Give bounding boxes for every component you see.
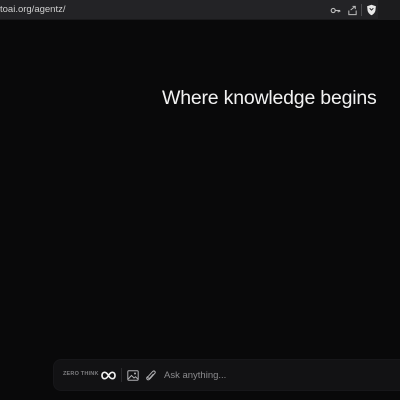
- chat-input-bar: ZERO THINK: [54, 360, 400, 390]
- app-frame: toai.org/agentz/ Where knowledge begins …: [0, 0, 400, 400]
- infinity-icon[interactable]: [100, 368, 116, 382]
- url-text[interactable]: toai.org/agentz/: [0, 4, 66, 16]
- browser-url-bar: toai.org/agentz/: [0, 0, 400, 20]
- page-headline: Where knowledge begins: [162, 87, 377, 109]
- toolbar-edge: [378, 0, 400, 20]
- image-icon[interactable]: [126, 368, 140, 382]
- main-content: Where knowledge begins ZERO THINK: [0, 20, 400, 400]
- input-bar-divider: [121, 368, 122, 382]
- url-bar-divider: [361, 4, 362, 16]
- brave-shield-icon[interactable]: [365, 4, 377, 16]
- share-icon[interactable]: [346, 4, 358, 16]
- mode-label: ZERO THINK: [63, 371, 99, 377]
- paperclip-icon[interactable]: [144, 368, 158, 382]
- key-icon[interactable]: [329, 4, 341, 16]
- ask-input[interactable]: [162, 366, 396, 384]
